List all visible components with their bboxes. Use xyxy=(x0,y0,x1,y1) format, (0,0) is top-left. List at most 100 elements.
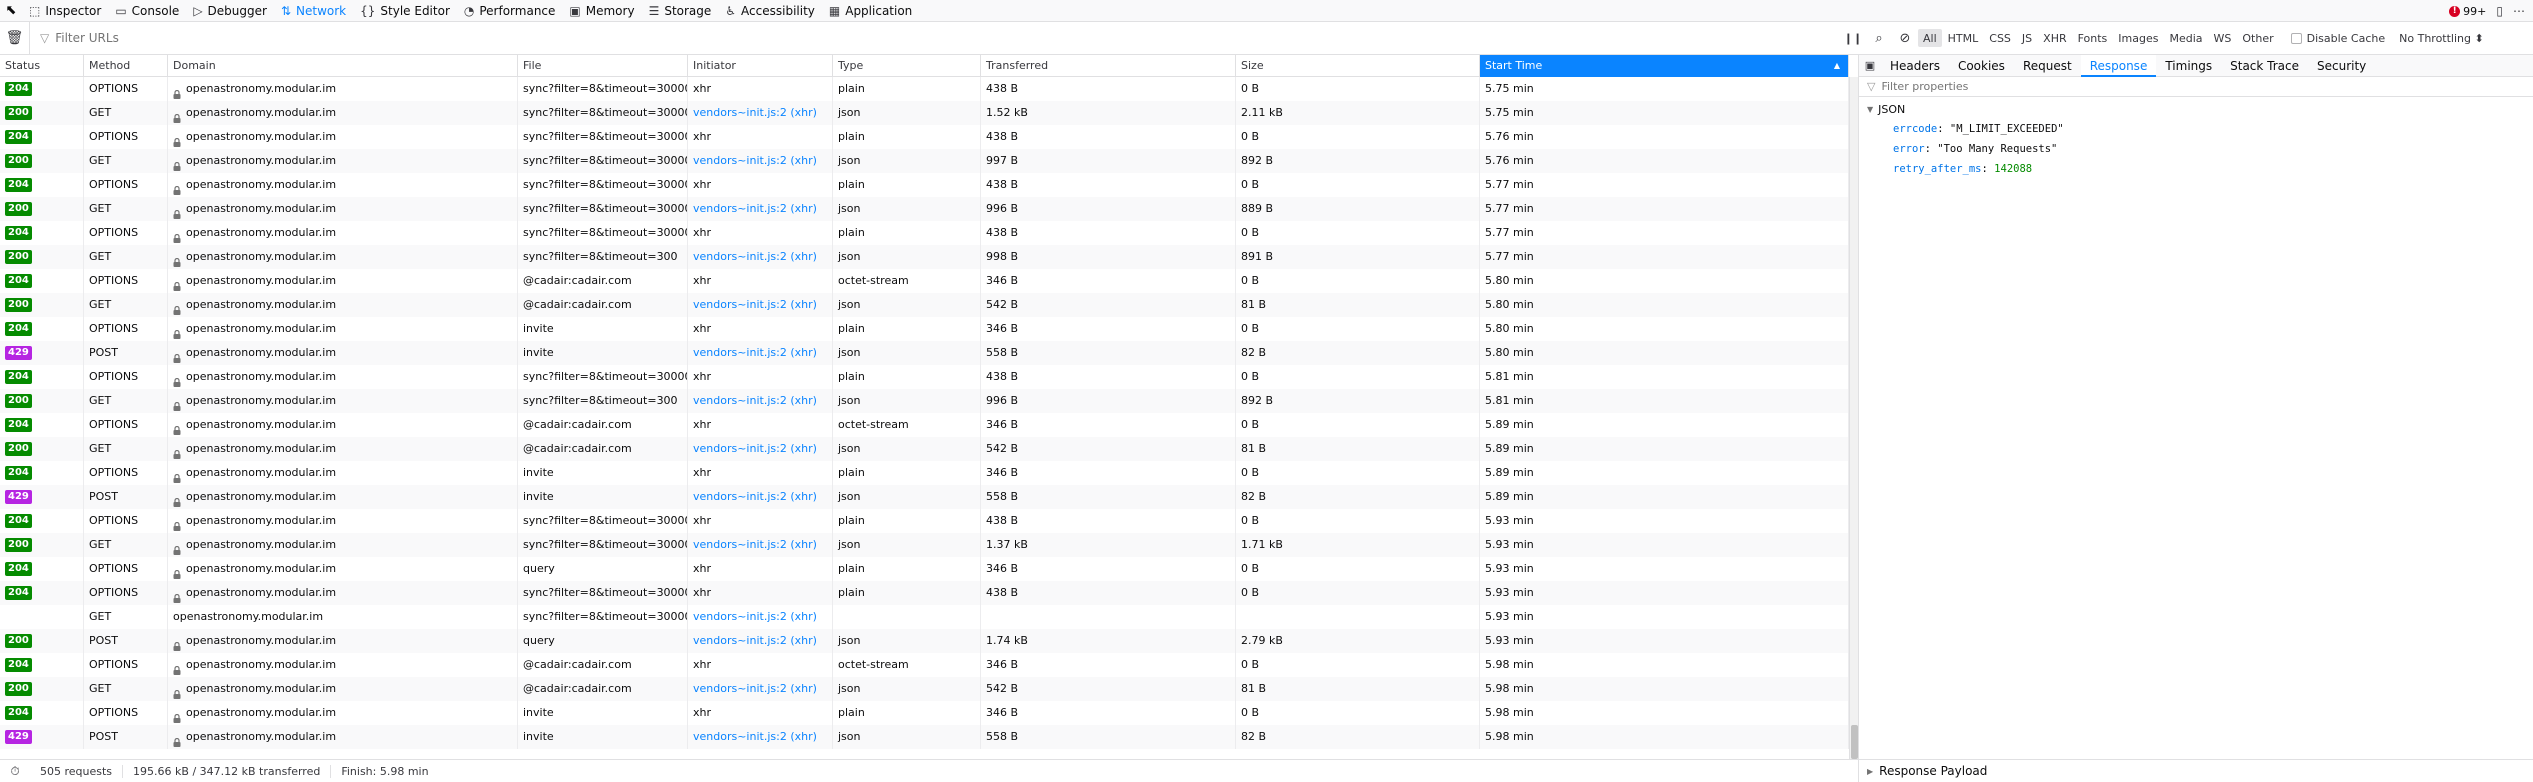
type-filter-media[interactable]: Media xyxy=(2164,29,2207,47)
table-row[interactable]: 200 GET openastronomy.modular.im sync?filte… xyxy=(0,245,1849,269)
block-icon[interactable]: ⊘ xyxy=(1892,22,1918,55)
column-method[interactable]: Method xyxy=(84,55,168,77)
json-property[interactable]: error: "Too Many Requests" xyxy=(1859,139,2533,159)
column-type[interactable]: Type xyxy=(833,55,981,77)
initiator-link[interactable]: vendors~init.js:2 (xhr) xyxy=(693,730,817,743)
performance-analysis-icon[interactable]: ⏱ xyxy=(0,764,30,779)
table-row[interactable]: GET openastronomy.modular.im sync?filter=8… xyxy=(0,605,1849,629)
tab-timings[interactable]: Timings xyxy=(2156,55,2221,77)
json-property[interactable]: retry_after_ms: 142088 xyxy=(1859,159,2533,179)
table-row[interactable]: 204 OPTIONS openastronomy.modular.im @cadai… xyxy=(0,413,1849,437)
table-row[interactable]: 200 GET openastronomy.modular.im sync?filte… xyxy=(0,533,1849,557)
table-row[interactable]: 200 GET openastronomy.modular.im sync?filte… xyxy=(0,149,1849,173)
filter-properties-input[interactable] xyxy=(1881,80,2182,93)
tool-tab-debugger[interactable]: ▷ Debugger xyxy=(186,0,274,22)
table-row[interactable]: 204 OPTIONS openastronomy.modular.im invite… xyxy=(0,701,1849,725)
initiator-link[interactable]: vendors~init.js:2 (xhr) xyxy=(693,634,817,647)
search-icon[interactable]: ⌕ xyxy=(1866,22,1892,55)
scrollbar-thumb[interactable] xyxy=(1851,725,1858,759)
type-filter-ws[interactable]: WS xyxy=(2209,29,2237,47)
table-row[interactable]: 204 OPTIONS openastronomy.modular.im invite… xyxy=(0,317,1849,341)
table-row[interactable]: 429 POST openastronomy.modular.im invite ven… xyxy=(0,725,1849,749)
tool-tab-storage[interactable]: ☰ Storage xyxy=(642,0,719,22)
table-row[interactable]: 200 GET openastronomy.modular.im @cadair:ca… xyxy=(0,677,1849,701)
column-initiator[interactable]: Initiator xyxy=(688,55,833,77)
tab-security[interactable]: Security xyxy=(2308,55,2375,77)
column-file[interactable]: File xyxy=(518,55,688,77)
tool-tab-application[interactable]: ▦ Application xyxy=(822,0,919,22)
initiator-link[interactable]: vendors~init.js:2 (xhr) xyxy=(693,154,817,167)
type-filter-other[interactable]: Other xyxy=(2237,29,2278,47)
initiator-link[interactable]: vendors~init.js:2 (xhr) xyxy=(693,490,817,503)
tool-tab-accessibility[interactable]: ♿ Accessibility xyxy=(718,0,822,22)
tab-response[interactable]: Response xyxy=(2080,54,2157,77)
initiator-link[interactable]: vendors~init.js:2 (xhr) xyxy=(693,106,817,119)
type-filter-fonts[interactable]: Fonts xyxy=(2073,29,2113,47)
table-row[interactable]: 204 OPTIONS openastronomy.modular.im @cadai… xyxy=(0,653,1849,677)
table-row[interactable]: 204 OPTIONS openastronomy.modular.im @cadai… xyxy=(0,269,1849,293)
toggle-sidebar-icon[interactable]: ▣ xyxy=(1859,55,1881,77)
initiator-link[interactable]: vendors~init.js:2 (xhr) xyxy=(693,298,817,311)
column-status[interactable]: Status xyxy=(0,55,84,77)
type-filter-xhr[interactable]: XHR xyxy=(2038,29,2071,47)
json-section-header[interactable]: ▼ JSON xyxy=(1859,99,2533,119)
table-row[interactable]: 204 OPTIONS openastronomy.modular.im sync?f… xyxy=(0,509,1849,533)
element-picker-icon[interactable]: ⬉ xyxy=(0,0,22,22)
column-start-time[interactable]: Start Time ▲ xyxy=(1480,55,1849,77)
initiator-link[interactable]: vendors~init.js:2 (xhr) xyxy=(693,394,817,407)
table-row[interactable]: 204 OPTIONS openastronomy.modular.im sync?f… xyxy=(0,581,1849,605)
type-filter-images[interactable]: Images xyxy=(2113,29,2163,47)
tab-request[interactable]: Request xyxy=(2014,55,2081,77)
error-count-badge[interactable]: ! 99+ xyxy=(2449,5,2486,18)
table-row[interactable]: 204 OPTIONS openastronomy.modular.im invite… xyxy=(0,461,1849,485)
type-filter-js[interactable]: JS xyxy=(2017,29,2037,47)
table-scrollbar[interactable] xyxy=(1849,77,1858,759)
table-row[interactable]: 204 OPTIONS openastronomy.modular.im query x… xyxy=(0,557,1849,581)
throttling-select[interactable]: No Throttling ⬍ xyxy=(2399,32,2484,45)
disable-cache-checkbox[interactable] xyxy=(2290,32,2302,44)
column-transferred[interactable]: Transferred xyxy=(981,55,1236,77)
dock-options-icon[interactable]: ▯ xyxy=(2496,4,2503,18)
table-row[interactable]: 204 OPTIONS openastronomy.modular.im sync?f… xyxy=(0,125,1849,149)
disable-cache-toggle[interactable]: Disable Cache xyxy=(2290,32,2385,45)
json-property[interactable]: errcode: "M_LIMIT_EXCEEDED" xyxy=(1859,119,2533,139)
clear-log-icon[interactable]: 🗑 xyxy=(0,21,30,55)
table-row[interactable]: 429 POST openastronomy.modular.im invite ven… xyxy=(0,341,1849,365)
tool-tab-performance[interactable]: ◔ Performance xyxy=(457,0,563,22)
initiator-link[interactable]: vendors~init.js:2 (xhr) xyxy=(693,250,817,263)
pause-icon[interactable]: ❙❙ xyxy=(1840,22,1866,55)
tool-tab-console[interactable]: ▭ Console xyxy=(108,0,186,22)
tool-tab-network[interactable]: ⇅ Network xyxy=(274,0,353,22)
column-domain[interactable]: Domain xyxy=(168,55,518,77)
table-row[interactable]: 204 OPTIONS openastronomy.modular.im sync?f… xyxy=(0,365,1849,389)
initiator-link[interactable]: vendors~init.js:2 (xhr) xyxy=(693,202,817,215)
initiator-link[interactable]: vendors~init.js:2 (xhr) xyxy=(693,682,817,695)
table-row[interactable]: 204 OPTIONS openastronomy.modular.im sync?f… xyxy=(0,173,1849,197)
response-payload-section[interactable]: ▶ Response Payload xyxy=(1859,759,2533,782)
table-row[interactable]: 200 GET openastronomy.modular.im @cadair:ca… xyxy=(0,293,1849,317)
type-filter-all[interactable]: All xyxy=(1918,29,1942,47)
tool-tab-memory[interactable]: ▣ Memory xyxy=(562,0,641,22)
table-row[interactable]: 200 POST openastronomy.modular.im query vend… xyxy=(0,629,1849,653)
table-row[interactable]: 429 POST openastronomy.modular.im invite ven… xyxy=(0,485,1849,509)
initiator-link[interactable]: vendors~init.js:2 (xhr) xyxy=(693,610,817,623)
tab-stack-trace[interactable]: Stack Trace xyxy=(2221,55,2308,77)
table-row[interactable]: 200 GET openastronomy.modular.im sync?filte… xyxy=(0,197,1849,221)
tab-cookies[interactable]: Cookies xyxy=(1949,55,2014,77)
table-row[interactable]: 200 GET openastronomy.modular.im @cadair:ca… xyxy=(0,437,1849,461)
table-row[interactable]: 204 OPTIONS openastronomy.modular.im sync?f… xyxy=(0,77,1849,101)
initiator-link[interactable]: vendors~init.js:2 (xhr) xyxy=(693,346,817,359)
column-size[interactable]: Size xyxy=(1236,55,1480,77)
tool-tab-style-editor[interactable]: {} Style Editor xyxy=(353,0,457,22)
more-menu-icon[interactable]: ⋯ xyxy=(2513,4,2525,18)
table-row[interactable]: 200 GET openastronomy.modular.im sync?filte… xyxy=(0,389,1849,413)
filter-urls-input[interactable] xyxy=(55,31,656,45)
initiator-link[interactable]: vendors~init.js:2 (xhr) xyxy=(693,442,817,455)
tab-headers[interactable]: Headers xyxy=(1881,55,1949,77)
type-filter-css[interactable]: CSS xyxy=(1984,29,2016,47)
table-row[interactable]: 200 GET openastronomy.modular.im sync?filte… xyxy=(0,101,1849,125)
tool-tab-inspector[interactable]: ⬚ Inspector xyxy=(22,0,108,22)
type-filter-html[interactable]: HTML xyxy=(1943,29,1984,47)
initiator-link[interactable]: vendors~init.js:2 (xhr) xyxy=(693,538,817,551)
table-row[interactable]: 204 OPTIONS openastronomy.modular.im sync?f… xyxy=(0,221,1849,245)
